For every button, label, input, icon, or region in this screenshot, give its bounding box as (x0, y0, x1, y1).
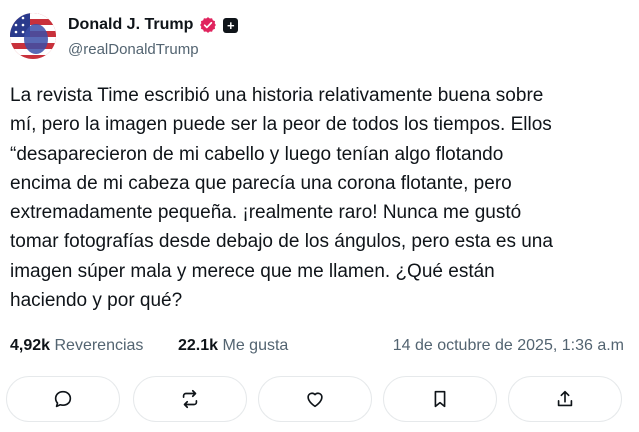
reposts-count: 4,92k (10, 337, 51, 354)
post-text: La revista Time escribió una historia re… (10, 85, 553, 312)
share-icon (557, 390, 573, 407)
reply-button[interactable] (6, 376, 120, 422)
plus-badge-icon: + (223, 17, 239, 33)
avatar[interactable] (10, 13, 56, 59)
repost-icon (182, 389, 198, 409)
post-header: Donald J. Trump + @realDonaldTrump (10, 13, 630, 59)
bookmark-button[interactable] (383, 376, 497, 422)
repost-button[interactable] (133, 376, 247, 422)
action-bar (6, 376, 632, 424)
like-icon (307, 392, 323, 408)
author-name[interactable]: Donald J. Trump (68, 16, 193, 34)
likes-count: 22.1k (178, 337, 219, 354)
share-button[interactable] (508, 376, 622, 422)
reply-icon (54, 390, 72, 408)
like-button[interactable] (258, 376, 372, 422)
verified-badge-icon (200, 17, 217, 33)
author-handle[interactable]: @realDonaldTrump (68, 41, 199, 58)
reposts-stat[interactable]: 4,92k Reverencias (10, 337, 143, 355)
post-timestamp: 14 de octubre de 2025, 1:36 a.m (392, 337, 624, 354)
likes-label: Me gusta (222, 337, 289, 354)
post-stats: 4,92k Reverencias 22.1k Me gusta 14 de o… (10, 337, 630, 359)
name-row: Donald J. Trump + (68, 16, 239, 34)
avatar-image (10, 13, 56, 59)
bookmark-icon (434, 390, 446, 408)
likes-stat[interactable]: 22.1k Me gusta (178, 337, 288, 355)
reposts-label: Reverencias (54, 337, 144, 354)
